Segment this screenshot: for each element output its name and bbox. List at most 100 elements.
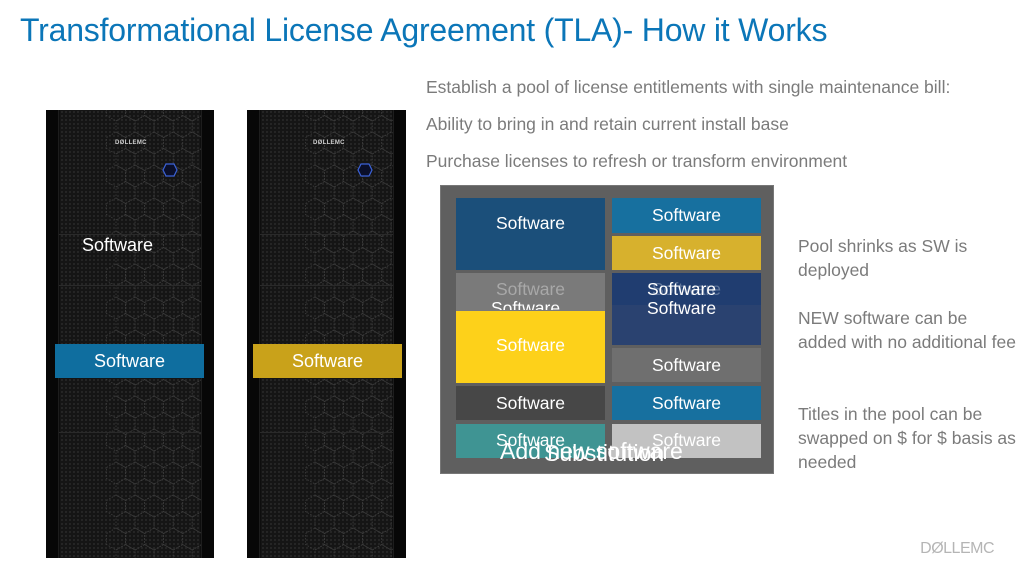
hex-cell bbox=[305, 296, 325, 320]
hex-cell bbox=[314, 511, 335, 534]
hex-cell bbox=[333, 544, 354, 558]
hex-cell bbox=[343, 110, 363, 122]
hex-cell bbox=[305, 263, 325, 287]
pool-tile-right-5: Software bbox=[612, 386, 761, 420]
hex-cell bbox=[115, 445, 136, 468]
hex-cell bbox=[352, 181, 373, 204]
hex-cell bbox=[134, 280, 155, 303]
pool-tile-left-4: Software bbox=[456, 386, 605, 420]
rack-rail-left bbox=[247, 110, 260, 558]
tile-ghost-label: Software bbox=[491, 298, 561, 310]
hex-cell bbox=[182, 461, 203, 485]
hex-cell bbox=[324, 461, 344, 485]
hex-cell bbox=[153, 544, 174, 558]
dell-emc-footer-logo: DØLLEMC bbox=[920, 540, 994, 557]
hex-cell bbox=[134, 181, 155, 204]
hex-cell bbox=[362, 494, 383, 518]
hex-cell bbox=[324, 296, 344, 320]
hex-cell bbox=[314, 115, 335, 138]
tile-ghost-label: Software bbox=[647, 298, 717, 318]
hex-cell bbox=[115, 379, 136, 402]
hexagon-badge-icon bbox=[357, 163, 373, 177]
rack-2-software-band: Software bbox=[253, 344, 402, 378]
hex-cell bbox=[106, 494, 126, 518]
tile-label: Software bbox=[495, 212, 566, 233]
hex-cell bbox=[115, 148, 136, 171]
hex-cell bbox=[371, 247, 392, 270]
dell-emc-logo: DØLLEMC bbox=[313, 140, 345, 146]
hex-cell bbox=[371, 148, 392, 171]
hex-cell bbox=[324, 164, 344, 188]
hex-cell bbox=[172, 511, 193, 534]
hex-cell bbox=[172, 280, 193, 303]
hex-cell bbox=[305, 527, 325, 551]
hex-cell bbox=[324, 494, 344, 518]
hex-cell bbox=[343, 197, 363, 221]
hex-cell bbox=[305, 164, 325, 188]
hex-cell bbox=[333, 148, 354, 171]
hex-cell bbox=[115, 280, 136, 303]
rack-divider bbox=[46, 432, 214, 433]
hex-cell bbox=[324, 395, 344, 419]
hex-cell bbox=[125, 110, 145, 122]
hex-cell bbox=[115, 511, 136, 534]
bullet-purchase: Purchase licenses to refresh or transfor… bbox=[426, 151, 848, 171]
tile-label: Software bbox=[495, 279, 566, 299]
hex-cell bbox=[172, 379, 193, 402]
hex-cell bbox=[352, 478, 373, 501]
hex-cell bbox=[153, 445, 174, 468]
hex-cell bbox=[172, 478, 193, 501]
hex-cell bbox=[305, 110, 325, 122]
hex-cell bbox=[333, 445, 354, 468]
hex-cell bbox=[371, 181, 392, 204]
hex-cell bbox=[163, 263, 184, 287]
hex-cell bbox=[172, 181, 193, 204]
hex-cell bbox=[153, 478, 174, 501]
bullet-install-base: Ability to bring in and retain current i… bbox=[426, 114, 789, 134]
hex-cell bbox=[153, 379, 174, 402]
hex-cell bbox=[163, 296, 184, 320]
hex-cell bbox=[314, 181, 335, 204]
hex-cell bbox=[125, 527, 145, 551]
hex-cell bbox=[182, 395, 203, 419]
hex-cell bbox=[144, 461, 164, 485]
dell-emc-logo: DØLLEMC bbox=[115, 140, 147, 146]
hex-cell bbox=[153, 511, 174, 534]
hex-cell bbox=[115, 478, 136, 501]
rack-rail-right bbox=[201, 110, 214, 558]
hex-cell bbox=[343, 461, 363, 485]
hex-cell bbox=[333, 115, 354, 138]
hex-cell bbox=[352, 511, 373, 534]
tile-label: Software bbox=[495, 335, 566, 355]
hex-cell bbox=[362, 296, 383, 320]
hex-cell bbox=[153, 181, 174, 204]
hex-cell bbox=[115, 115, 136, 138]
note-swap-titles: Titles in the pool can be swapped on $ f… bbox=[798, 404, 1016, 472]
hex-cell bbox=[106, 197, 126, 221]
hex-cell bbox=[333, 511, 354, 534]
hex-cell bbox=[352, 544, 373, 558]
hex-cell bbox=[134, 511, 155, 534]
hex-cell bbox=[362, 197, 383, 221]
hex-cell bbox=[362, 461, 383, 485]
hex-cell bbox=[343, 131, 363, 155]
hex-cell bbox=[305, 494, 325, 518]
hex-cell bbox=[115, 544, 136, 558]
hex-cell bbox=[305, 461, 325, 485]
hex-cell bbox=[125, 296, 145, 320]
pool-tile-right-4: Software bbox=[612, 348, 761, 382]
hex-cell bbox=[172, 115, 193, 138]
hex-cell bbox=[134, 148, 155, 171]
hexagon-pattern-icon bbox=[106, 110, 212, 558]
hex-cell bbox=[144, 164, 164, 188]
hex-cell bbox=[106, 164, 126, 188]
hex-cell bbox=[362, 527, 383, 551]
hex-cell bbox=[352, 379, 373, 402]
hex-cell bbox=[172, 313, 193, 336]
hex-cell bbox=[324, 263, 344, 287]
tile-label: Software bbox=[651, 354, 722, 375]
server-rack-2: DØLLEMC bbox=[247, 110, 406, 558]
hex-cell bbox=[371, 478, 392, 501]
hex-cell bbox=[144, 395, 164, 419]
hex-cell bbox=[106, 296, 126, 320]
